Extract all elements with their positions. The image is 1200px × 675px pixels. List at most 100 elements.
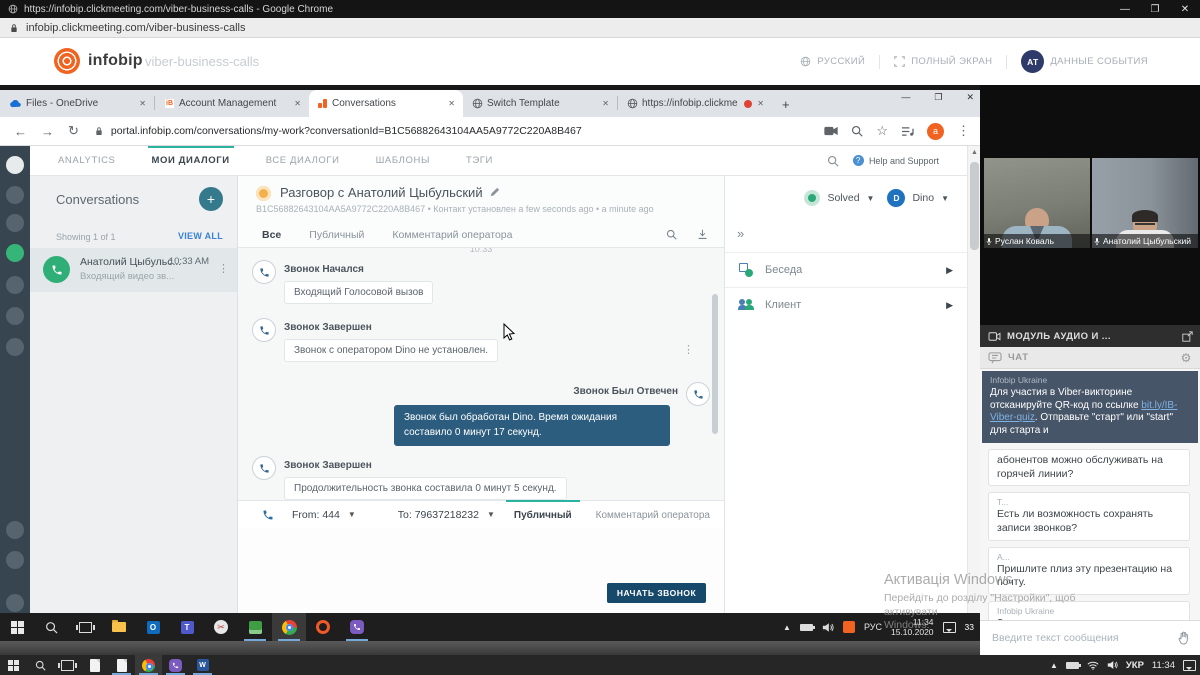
messages-scrollbar[interactable] <box>712 294 718 434</box>
chevron-down-icon[interactable]: ▼ <box>941 194 949 203</box>
conversation-list-item[interactable]: Анатолий Цыбульс... 10:33 AM Входящий ви… <box>30 248 237 292</box>
rail-account-icon[interactable] <box>6 551 24 569</box>
document-app-icon[interactable] <box>81 655 108 675</box>
browser-minimize-button[interactable]: — <box>901 92 910 103</box>
item-menu-icon[interactable]: ⋮ <box>218 262 229 275</box>
notification-center-icon[interactable] <box>1183 660 1196 671</box>
close-button[interactable]: ✕ <box>1170 4 1200 15</box>
keyboard-language[interactable]: УКР <box>1126 660 1144 671</box>
address-bar[interactable]: portal.infobip.com/conversations/my-work… <box>111 125 582 137</box>
composer-tab-comment[interactable]: Комментарий оператора <box>596 501 710 529</box>
reading-list-icon[interactable] <box>901 126 914 137</box>
document-app-icon[interactable] <box>108 655 135 675</box>
keyboard-language[interactable]: РУС <box>864 622 882 632</box>
start-call-button[interactable]: НАЧАТЬ ЗВОНОК <box>607 583 706 603</box>
language-button[interactable]: РУССКИЙ <box>800 56 865 67</box>
rail-logo-icon[interactable] <box>6 156 24 174</box>
scroll-up-arrow[interactable]: ▲ <box>971 149 978 156</box>
notification-center-icon[interactable] <box>943 622 956 633</box>
filter-all[interactable]: Все <box>262 229 281 241</box>
chrome-icon[interactable] <box>272 613 306 641</box>
minimize-button[interactable]: — <box>1110 4 1140 15</box>
back-button[interactable]: ← <box>14 124 27 139</box>
wifi-icon[interactable] <box>1087 661 1099 670</box>
browser-tab-onedrive[interactable]: Files - OneDrive ✕ <box>0 90 154 117</box>
scrollbar-thumb[interactable] <box>970 162 979 250</box>
nav-all-dialogs[interactable]: ВСЕ ДИАЛОГИ <box>266 146 340 176</box>
opera-icon[interactable] <box>306 613 340 641</box>
bookmark-star-icon[interactable]: ☆ <box>876 123 888 139</box>
nav-tags[interactable]: ТЭГИ <box>466 146 493 176</box>
tab-close-icon[interactable]: ✕ <box>292 97 303 110</box>
notes-app-icon[interactable] <box>238 613 272 641</box>
tab-close-icon[interactable]: ✕ <box>137 97 148 110</box>
agent-select[interactable]: Dino <box>912 192 934 204</box>
outlook-icon[interactable]: O <box>136 613 170 641</box>
clickmeeting-url[interactable]: infobip.clickmeeting.com/viber-business-… <box>26 22 245 34</box>
rail-icon[interactable] <box>6 186 24 204</box>
new-tab-button[interactable]: + <box>782 97 790 112</box>
start-button[interactable] <box>0 613 34 641</box>
search-icon[interactable] <box>827 155 839 167</box>
event-data-button[interactable]: AT ДАННЫЕ СОБЫТИЯ <box>1021 50 1148 73</box>
viber-icon[interactable] <box>162 655 189 675</box>
rail-apps-icon[interactable] <box>6 521 24 539</box>
panel-section-conversation[interactable]: Беседа ▶ <box>725 252 967 287</box>
rail-icon[interactable] <box>6 307 24 325</box>
to-number-select[interactable]: To: 79637218232 ▼ <box>398 509 495 521</box>
browser-profile-avatar[interactable]: a <box>927 123 944 140</box>
snipping-tool-icon[interactable]: ✂ <box>204 613 238 641</box>
nav-my-dialogs[interactable]: МОИ ДИАЛОГИ <box>152 146 230 176</box>
speaker-icon[interactable] <box>1107 660 1118 670</box>
zoom-icon[interactable] <box>851 125 863 137</box>
audio-video-module-bar[interactable]: МОДУЛЬ АУДИО И ... <box>980 325 1200 347</box>
tab-close-icon[interactable]: ✕ <box>755 97 766 110</box>
infobip-tray-icon[interactable] <box>843 621 855 633</box>
tab-close-icon[interactable]: ✕ <box>600 97 611 110</box>
panel-section-client[interactable]: Клиент ▶ <box>725 287 967 322</box>
tray-expand-icon[interactable]: ▲ <box>1050 661 1058 670</box>
rail-icon[interactable] <box>6 276 24 294</box>
browser-menu-icon[interactable]: ⋮ <box>957 123 970 139</box>
chrome-icon[interactable] <box>135 655 162 675</box>
start-button[interactable] <box>0 655 27 675</box>
viber-icon[interactable] <box>340 613 374 641</box>
rail-icon[interactable] <box>6 594 24 612</box>
fullscreen-button[interactable]: ПОЛНЫЙ ЭКРАН <box>894 56 992 67</box>
nav-templates[interactable]: ШАБЛОНЫ <box>376 146 430 176</box>
search-icon[interactable] <box>34 613 68 641</box>
collapse-panel-icon[interactable]: » <box>737 226 744 241</box>
forward-button[interactable]: → <box>41 124 54 139</box>
status-select[interactable]: Solved <box>827 192 859 204</box>
reload-button[interactable]: ↻ <box>68 123 79 139</box>
from-number-select[interactable]: From: 444 ▼ <box>292 509 356 521</box>
filter-comment[interactable]: Комментарий оператора <box>392 229 512 241</box>
download-icon[interactable] <box>697 229 708 240</box>
message-menu-icon[interactable]: ⋮ <box>683 343 694 356</box>
popout-icon[interactable] <box>1182 331 1193 342</box>
search-messages-icon[interactable] <box>666 229 677 240</box>
gear-icon[interactable]: ⚙ <box>1181 351 1192 365</box>
browser-tab-account[interactable]: iB Account Management ✕ <box>155 90 309 117</box>
composer-tab-public[interactable]: Публичный <box>514 501 572 529</box>
portal-scrollbar[interactable]: ▲ <box>967 146 980 613</box>
help-support-link[interactable]: ? Help and Support <box>853 155 939 166</box>
search-icon[interactable] <box>27 655 54 675</box>
tab-close-icon[interactable]: ✕ <box>446 97 457 110</box>
chat-message-input[interactable] <box>992 632 1177 644</box>
browser-tab-switch-template[interactable]: Switch Template ✕ <box>463 90 617 117</box>
filter-public[interactable]: Публичный <box>309 229 364 241</box>
teams-icon[interactable]: T <box>170 613 204 641</box>
browser-restore-button[interactable]: ❐ <box>934 92 942 103</box>
new-conversation-button[interactable]: + <box>199 187 223 211</box>
file-explorer-icon[interactable] <box>102 613 136 641</box>
browser-close-button[interactable]: ✕ <box>966 92 974 103</box>
edit-title-icon[interactable] <box>490 187 500 197</box>
chevron-down-icon[interactable]: ▼ <box>867 194 875 203</box>
word-icon[interactable]: W <box>189 655 216 675</box>
raise-hand-icon[interactable] <box>1177 631 1190 645</box>
task-view-icon[interactable] <box>68 613 102 641</box>
clock[interactable]: 11:34 <box>1152 660 1175 671</box>
task-view-icon[interactable] <box>54 655 81 675</box>
rail-icon[interactable] <box>6 214 24 232</box>
